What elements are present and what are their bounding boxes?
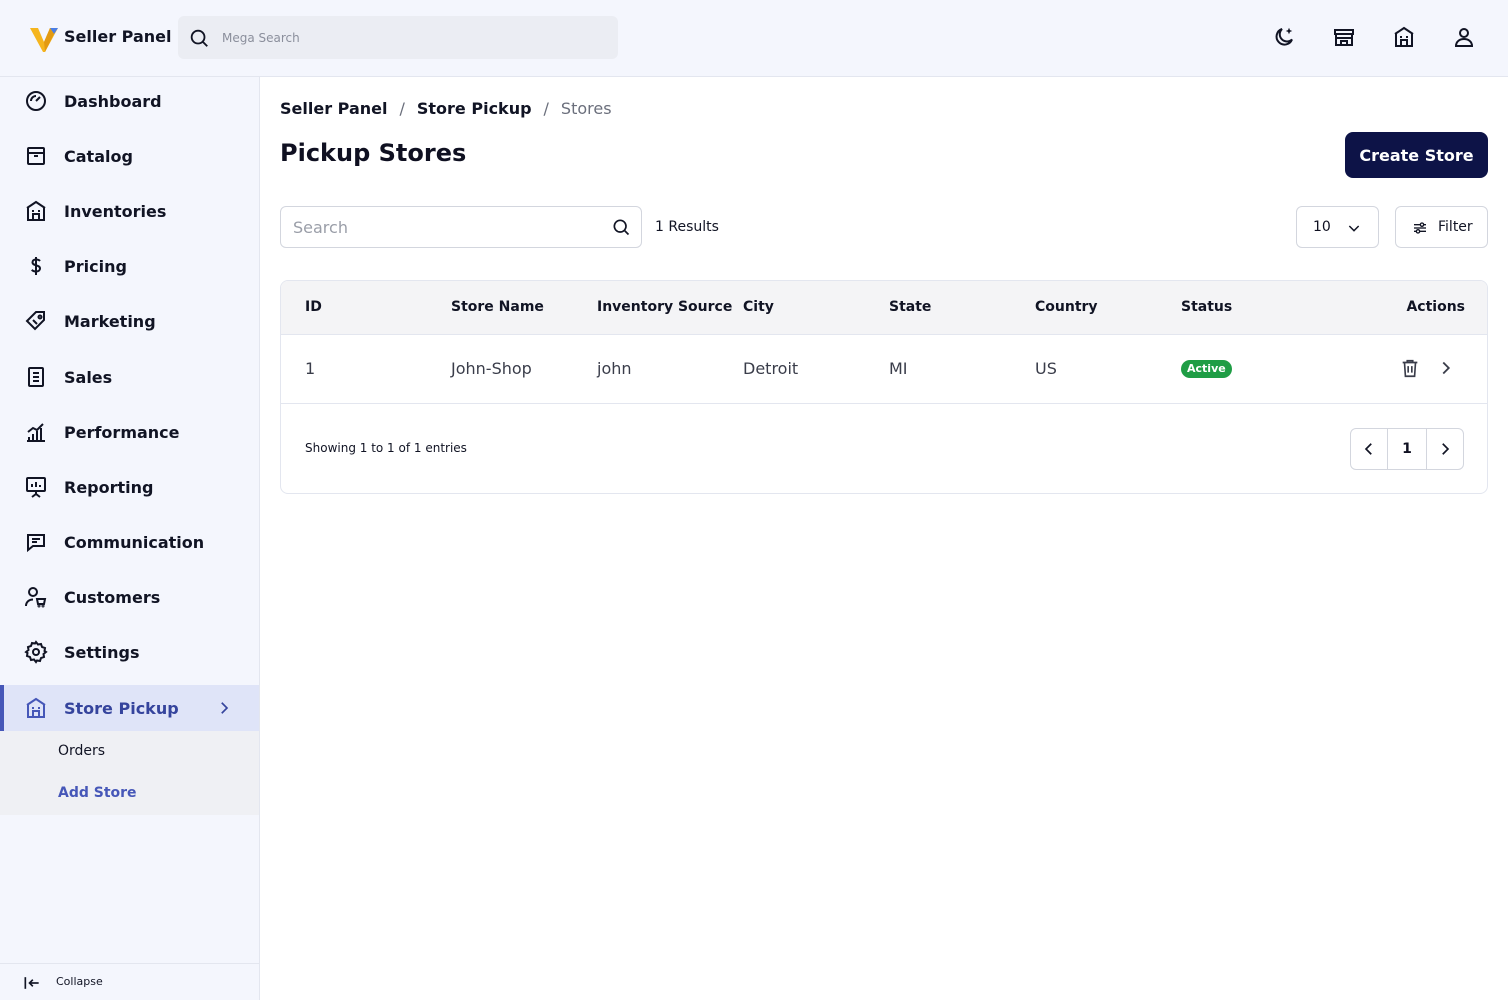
tag-icon bbox=[25, 311, 45, 331]
pagination: 1 bbox=[1350, 428, 1464, 470]
sidebar-item-label: Sales bbox=[64, 367, 113, 387]
chevron-right-icon bbox=[221, 702, 229, 714]
sidebar-item-label: Communication bbox=[64, 532, 205, 552]
breadcrumb-stores: Stores bbox=[560, 99, 612, 118]
brand-name[interactable]: Seller Panel bbox=[64, 27, 171, 46]
column-header-city: City bbox=[743, 299, 774, 315]
sliders-icon bbox=[1414, 222, 1426, 234]
sidebar-item-settings[interactable]: Settings bbox=[0, 629, 259, 675]
gear-icon bbox=[24, 640, 48, 664]
breadcrumb: Seller Panel / Store Pickup / Stores bbox=[280, 99, 612, 118]
next-page-button[interactable] bbox=[1427, 429, 1463, 469]
sidebar-item-inventories[interactable]: Inventories bbox=[0, 188, 259, 234]
cell-country: US bbox=[1035, 359, 1057, 378]
collapse-arrow-icon bbox=[24, 977, 39, 989]
cell-city: Detroit bbox=[743, 359, 799, 378]
sidebar-item-dashboard[interactable]: Dashboard bbox=[0, 78, 259, 124]
sidebar-item-communication[interactable]: Communication bbox=[0, 519, 259, 565]
sidebar-item-label: Marketing bbox=[64, 311, 156, 331]
store-building-icon[interactable] bbox=[1392, 25, 1416, 49]
chevron-right-icon bbox=[1442, 443, 1450, 455]
cell-id: 1 bbox=[305, 359, 316, 378]
cell-state: MI bbox=[889, 359, 908, 378]
sidebar-item-label: Dashboard bbox=[64, 91, 162, 111]
per-page-select[interactable]: 10 bbox=[1296, 206, 1379, 248]
breadcrumb-seller-panel[interactable]: Seller Panel bbox=[280, 99, 387, 118]
sidebar-item-label: Inventories bbox=[64, 201, 167, 221]
storefront-icon[interactable] bbox=[1332, 25, 1356, 49]
sidebar-item-catalog[interactable]: Catalog bbox=[0, 133, 259, 179]
cell-inventory-source: john bbox=[597, 359, 632, 378]
sidebar-item-sales[interactable]: Sales bbox=[0, 354, 259, 400]
chevron-right-icon[interactable] bbox=[1435, 357, 1457, 379]
chevron-down-icon bbox=[1348, 225, 1360, 232]
sidebar-item-customers[interactable]: Customers bbox=[0, 574, 259, 620]
chat-icon bbox=[27, 534, 45, 553]
sidebar-item-performance[interactable]: Performance bbox=[0, 409, 259, 455]
table-header: ID Store Name Inventory Source City Stat… bbox=[281, 281, 1487, 335]
collapse-sidebar-button[interactable]: Collapse bbox=[0, 963, 259, 1000]
search-icon bbox=[190, 29, 208, 47]
results-count: 1 Results bbox=[655, 219, 719, 235]
mega-search-input[interactable] bbox=[222, 16, 602, 59]
column-header-store-name: Store Name bbox=[451, 299, 544, 315]
dollar-icon bbox=[31, 257, 42, 275]
receipt-icon bbox=[28, 367, 44, 387]
sidebar-item-store-pickup[interactable]: Store Pickup bbox=[0, 685, 259, 731]
mega-search[interactable] bbox=[178, 16, 618, 59]
presentation-icon bbox=[26, 477, 46, 498]
table-row[interactable]: 1 John-Shop john Detroit MI US Active bbox=[281, 335, 1487, 404]
filter-label: Filter bbox=[1438, 219, 1473, 235]
inventory-building-icon bbox=[26, 200, 46, 221]
status-badge: Active bbox=[1181, 360, 1232, 378]
catalog-box-icon bbox=[27, 147, 45, 165]
sidebar-item-reporting[interactable]: Reporting bbox=[0, 464, 259, 510]
sidebar-item-label: Pricing bbox=[64, 256, 127, 276]
filter-button[interactable]: Filter bbox=[1395, 206, 1488, 248]
sidebar-item-label: Catalog bbox=[64, 146, 133, 166]
sidebar-item-pricing[interactable]: Pricing bbox=[0, 243, 259, 289]
user-icon[interactable] bbox=[1452, 25, 1476, 49]
seller-panel-logo[interactable] bbox=[28, 22, 60, 54]
top-bar: Seller Panel bbox=[0, 0, 1508, 77]
sidebar-item-label: Performance bbox=[64, 422, 180, 442]
store-search-input[interactable] bbox=[293, 207, 603, 247]
collapse-label: Collapse bbox=[56, 975, 103, 988]
cell-store-name: John-Shop bbox=[451, 359, 532, 378]
column-header-status: Status bbox=[1181, 299, 1233, 315]
column-header-actions: Actions bbox=[1406, 299, 1465, 315]
sidebar-item-label: Settings bbox=[64, 642, 140, 662]
page-title: Pickup Stores bbox=[280, 139, 467, 167]
submenu-item-orders[interactable]: Orders bbox=[58, 743, 105, 759]
trash-icon[interactable] bbox=[1399, 357, 1421, 379]
sidebar-item-label: Reporting bbox=[64, 477, 154, 497]
column-header-state: State bbox=[889, 299, 932, 315]
moon-icon[interactable] bbox=[1272, 25, 1296, 49]
sidebar-item-label: Store Pickup bbox=[64, 698, 179, 718]
prev-page-button[interactable] bbox=[1351, 429, 1387, 469]
column-header-country: Country bbox=[1035, 299, 1098, 315]
customers-icon bbox=[25, 587, 47, 608]
breadcrumb-store-pickup[interactable]: Store Pickup bbox=[417, 99, 532, 118]
stores-table: ID Store Name Inventory Source City Stat… bbox=[280, 280, 1488, 494]
store-building-icon bbox=[26, 697, 46, 718]
sidebar-item-marketing[interactable]: Marketing bbox=[0, 298, 259, 344]
breadcrumb-separator: / bbox=[399, 99, 405, 118]
showing-entries: Showing 1 to 1 of 1 entries bbox=[305, 441, 467, 455]
sidebar-item-label: Customers bbox=[64, 587, 161, 607]
submenu-item-add-store[interactable]: Add Store bbox=[58, 785, 137, 801]
per-page-value: 10 bbox=[1313, 219, 1331, 235]
dashboard-gauge-icon bbox=[26, 91, 46, 111]
current-page[interactable]: 1 bbox=[1387, 429, 1427, 469]
column-header-id: ID bbox=[305, 299, 322, 315]
search-icon[interactable] bbox=[611, 217, 631, 237]
create-store-button[interactable]: Create Store bbox=[1345, 132, 1488, 178]
sidebar: Dashboard Catalog Inventories Pricing Ma… bbox=[0, 77, 260, 1000]
bar-chart-icon bbox=[27, 423, 45, 442]
breadcrumb-separator: / bbox=[543, 99, 549, 118]
store-pickup-submenu: Orders Add Store bbox=[0, 731, 259, 815]
store-search[interactable] bbox=[280, 206, 642, 248]
chevron-left-icon bbox=[1364, 443, 1372, 455]
column-header-inventory-source: Inventory Source bbox=[597, 299, 733, 315]
